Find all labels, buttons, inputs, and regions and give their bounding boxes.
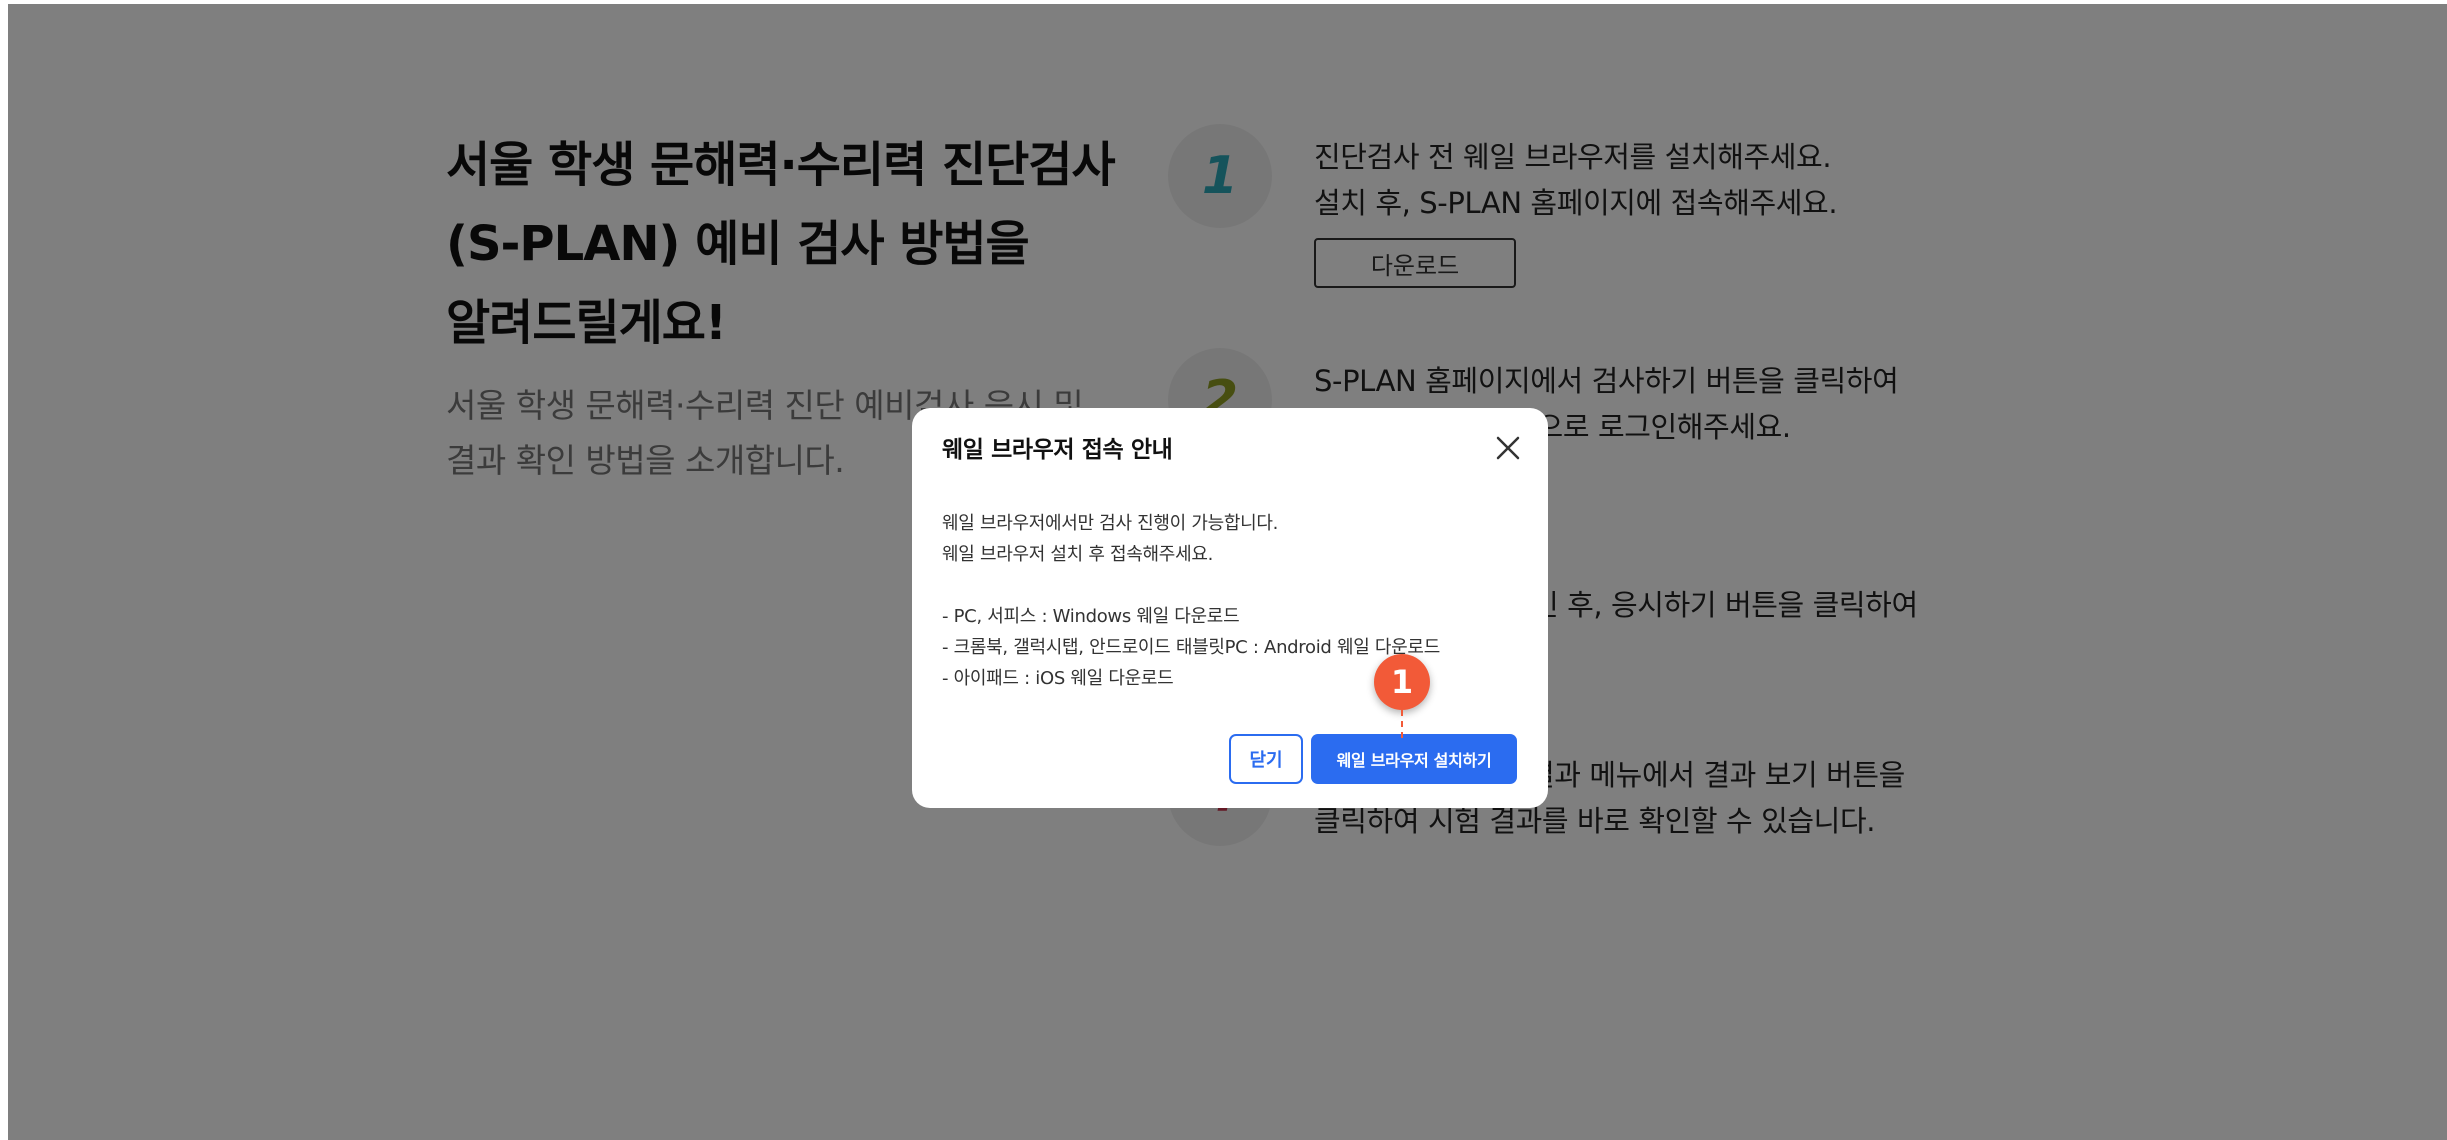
annotation-marker: 1: [1374, 654, 1430, 710]
install-whale-button[interactable]: 웨일 브라우저 설치하기: [1311, 734, 1517, 784]
dialog-text: 웨일 브라우저 설치 후 접속해주세요.: [942, 544, 1214, 565]
dialog-spacer: [942, 570, 1440, 601]
dialog-title: 웨일 브라우저 접속 안내: [942, 437, 1173, 463]
close-button[interactable]: 닫기: [1229, 734, 1303, 784]
close-icon[interactable]: [1488, 428, 1528, 468]
dialog-list-item: - 아이패드 : iOS 웨일 다운로드: [942, 668, 1174, 689]
dialog-list-item: - PC, 서피스 : Windows 웨일 다운로드: [942, 606, 1240, 627]
whale-browser-dialog: 웨일 브라우저 접속 안내 웨일 브라우저에서만 검사 진행이 가능합니다. 웨…: [912, 408, 1548, 808]
dialog-list-item: - 크롬북, 갤럭시탭, 안드로이드 태블릿PC : Android 웨일 다운…: [942, 637, 1440, 658]
dialog-text: 웨일 브라우저에서만 검사 진행이 가능합니다.: [942, 513, 1279, 534]
dialog-body: 웨일 브라우저에서만 검사 진행이 가능합니다. 웨일 브라우저 설치 후 접속…: [942, 508, 1440, 694]
annotation-dashed-line: [1401, 710, 1403, 738]
